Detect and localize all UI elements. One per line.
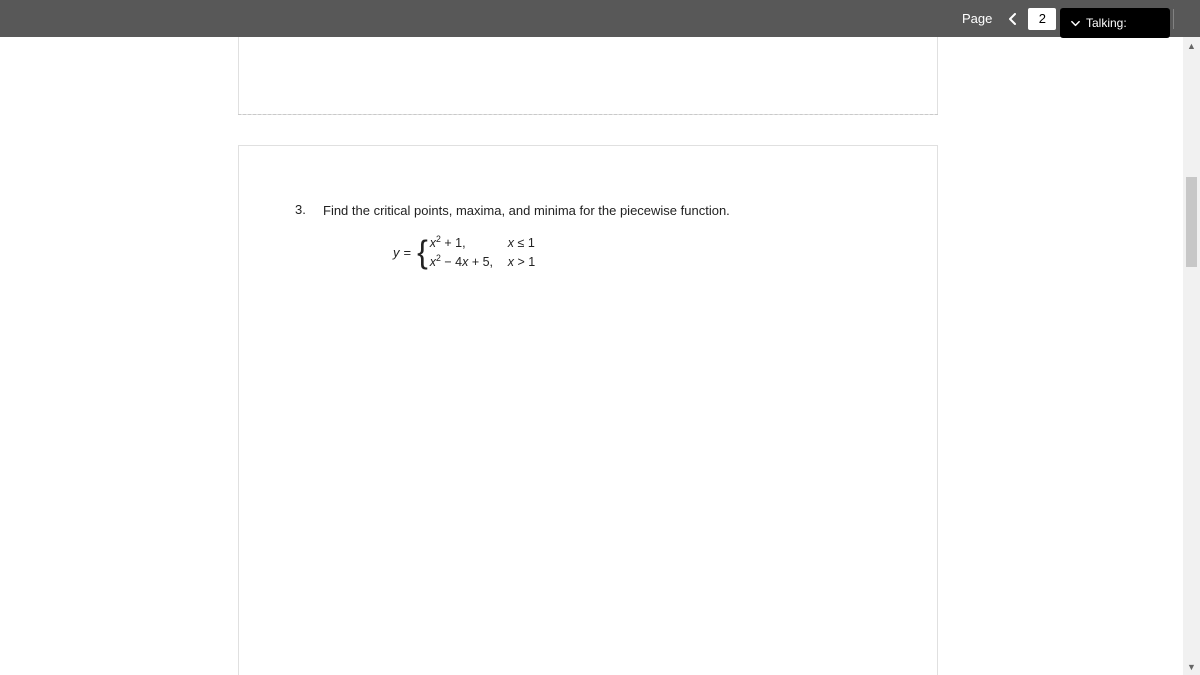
chevron-left-icon (1008, 13, 1018, 25)
problem-body: Find the critical points, maxima, and mi… (323, 202, 881, 272)
problem-prompt: Find the critical points, maxima, and mi… (323, 202, 881, 220)
chevron-down-icon (1070, 18, 1081, 29)
case-row: x2 − 4x + 5, x > 1 (430, 253, 535, 272)
prev-page-button[interactable] (1002, 7, 1024, 31)
case-expression: x2 + 1, (430, 234, 508, 253)
scroll-down-button[interactable]: ▼ (1183, 658, 1200, 675)
vertical-scrollbar[interactable]: ▲ ▼ (1183, 37, 1200, 675)
page-number-input[interactable] (1028, 8, 1056, 30)
talking-indicator[interactable]: Talking: (1060, 8, 1170, 38)
piecewise-cases: x2 + 1, x ≤ 1 x2 − 4x + 5, x > 1 (430, 234, 535, 272)
previous-page-tail (238, 37, 938, 115)
page-break-indicator (238, 114, 938, 115)
equals-sign: = (404, 245, 412, 260)
case-row: x2 + 1, x ≤ 1 (430, 234, 535, 253)
case-condition: x > 1 (508, 253, 535, 272)
scroll-up-button[interactable]: ▲ (1183, 37, 1200, 54)
problem-number: 3. (295, 202, 323, 217)
talking-label: Talking: (1086, 16, 1127, 30)
toolbar: Page of 5 (0, 0, 1200, 37)
case-condition: x ≤ 1 (508, 234, 535, 253)
page-label: Page (962, 11, 992, 26)
toolbar-divider-2 (1173, 9, 1174, 29)
case-expression: x2 − 4x + 5, (430, 253, 508, 272)
equation-lhs: y (393, 245, 400, 260)
scroll-thumb[interactable] (1186, 177, 1197, 267)
left-brace-icon: { (417, 237, 428, 267)
document-viewport: 3. Find the critical points, maxima, and… (0, 37, 1200, 675)
current-page: 3. Find the critical points, maxima, and… (238, 145, 938, 675)
problem-block: 3. Find the critical points, maxima, and… (295, 202, 881, 272)
piecewise-equation: y = { x2 + 1, x ≤ 1 x2 − 4x + 5, x > 1 (323, 234, 881, 272)
